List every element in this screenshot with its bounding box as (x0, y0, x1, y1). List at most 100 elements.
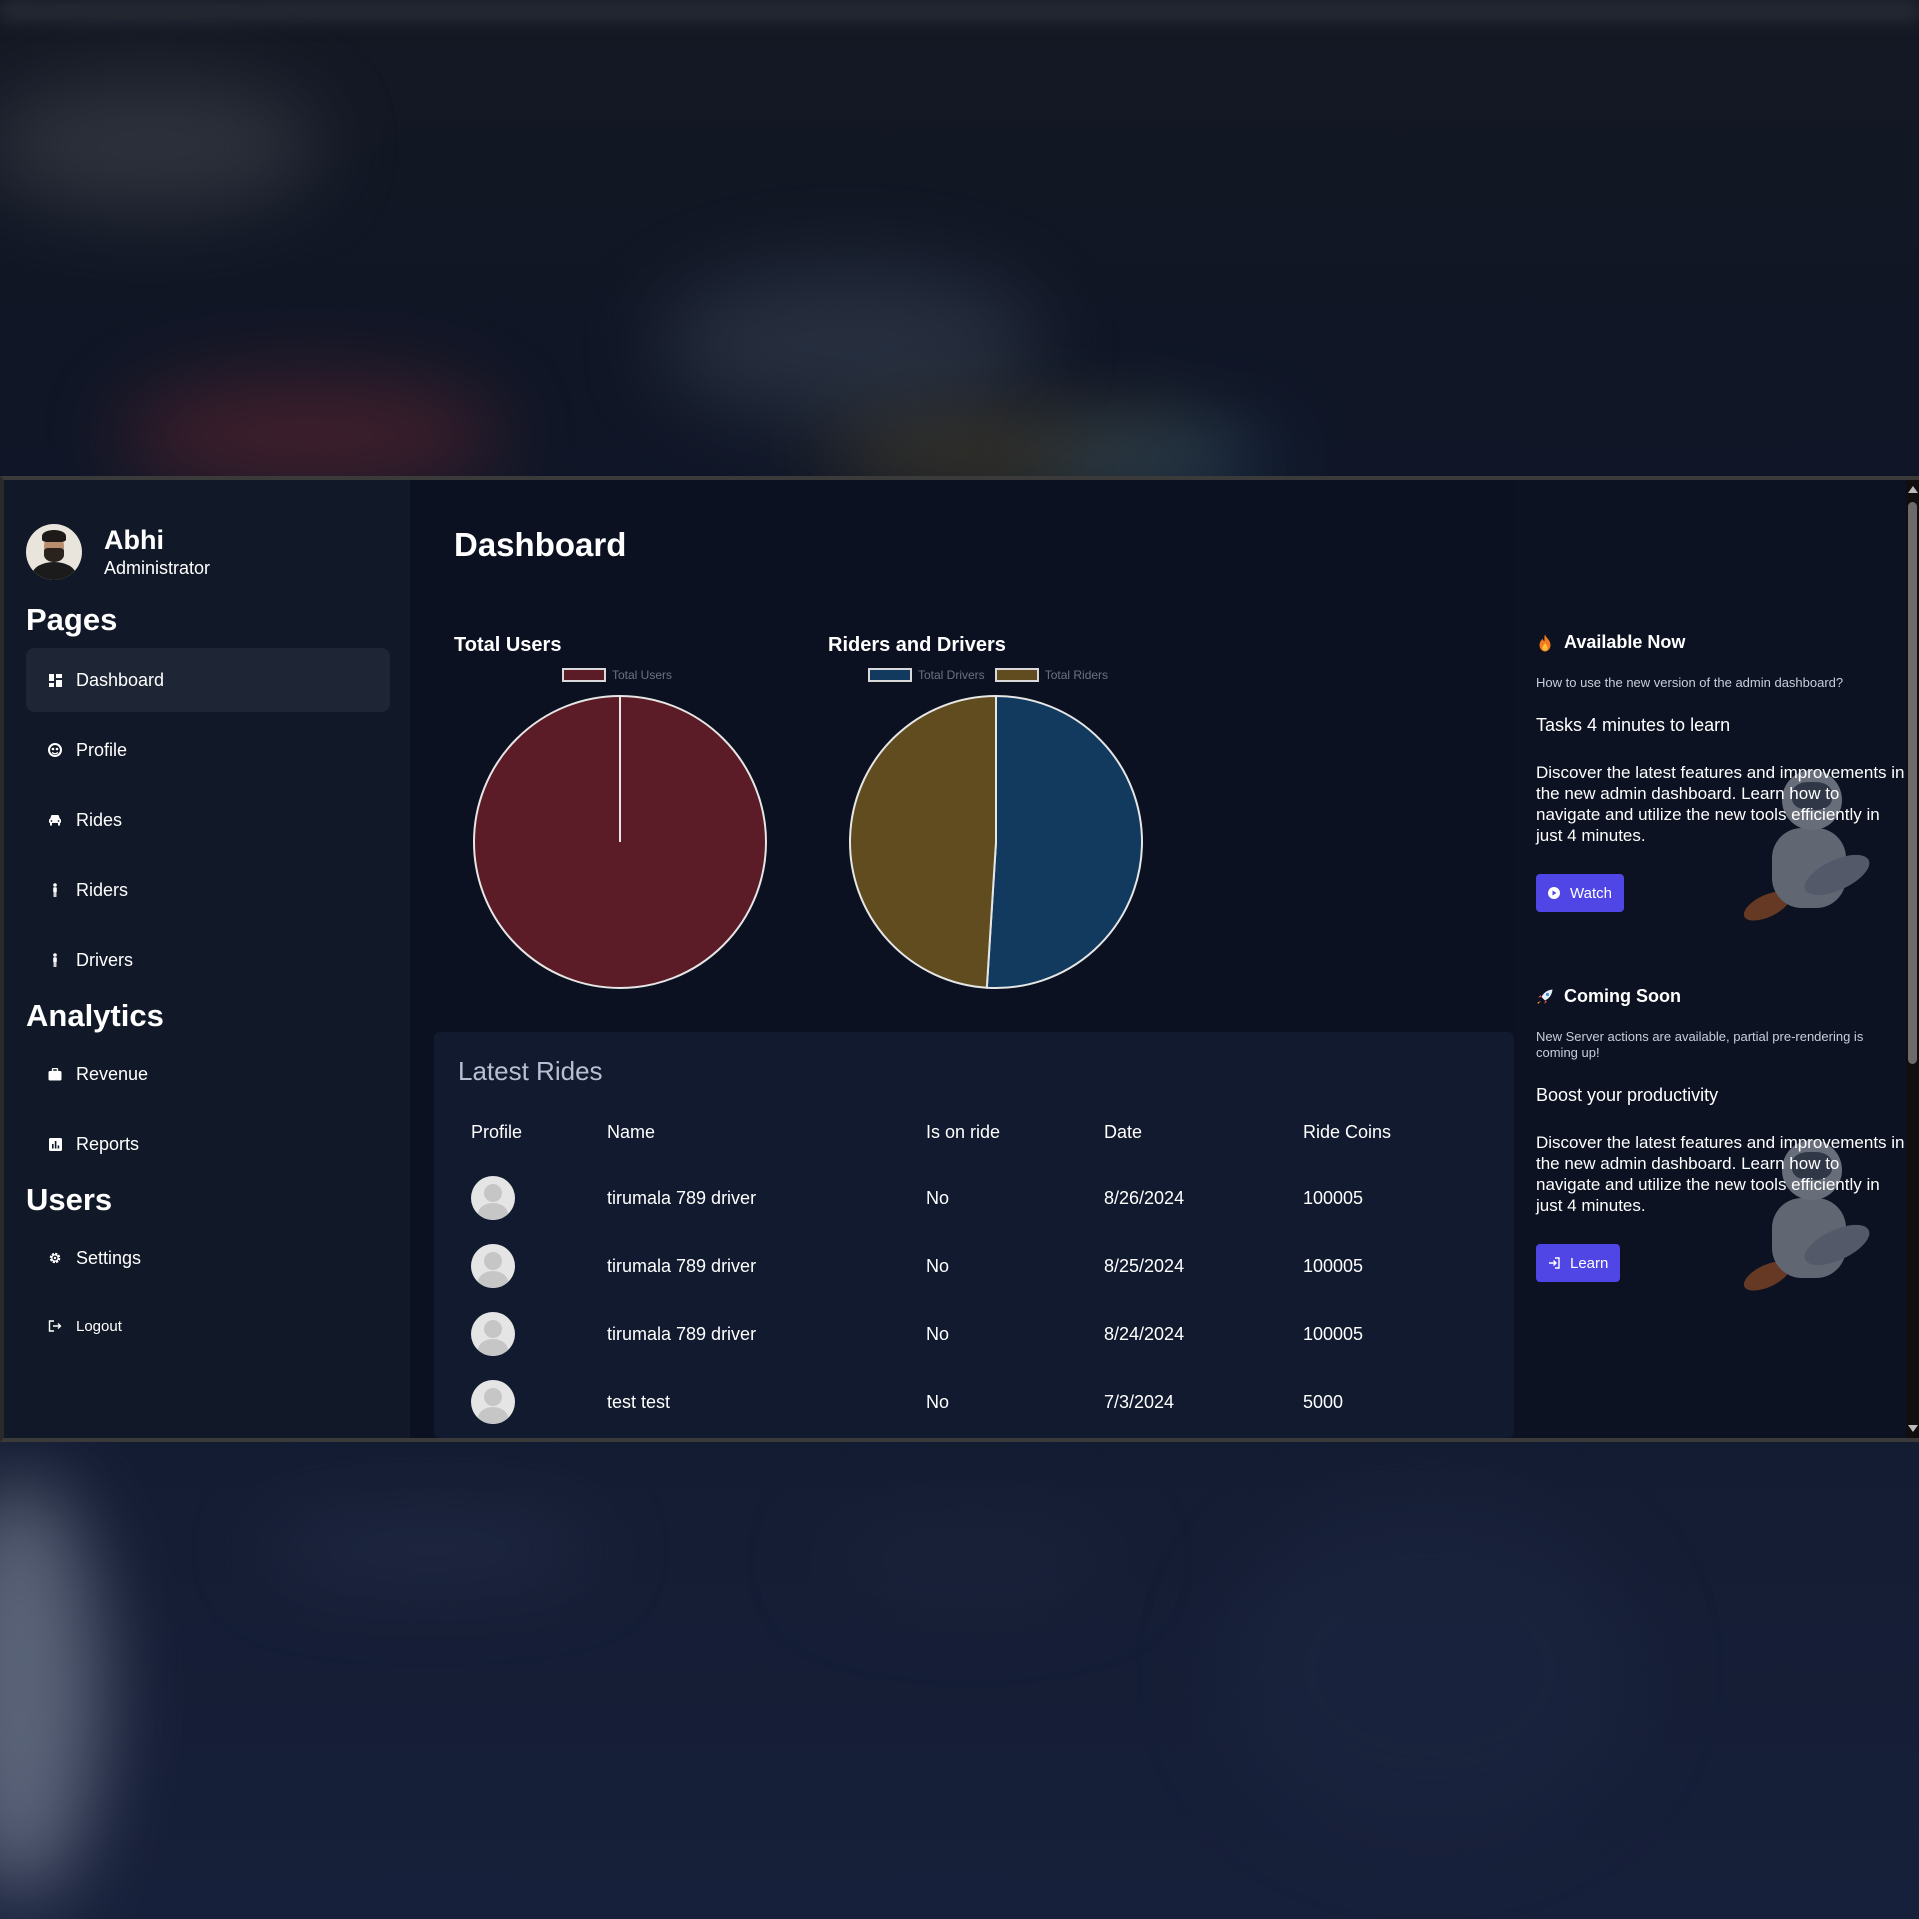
avatar (26, 524, 82, 580)
sidebar-item-rides[interactable]: Rides (26, 788, 390, 852)
person-icon (48, 953, 62, 967)
page-title: Dashboard (454, 526, 627, 563)
dashboard-icon (48, 673, 62, 687)
scroll-up-arrow-icon[interactable] (1908, 486, 1918, 493)
logout-icon (48, 1319, 62, 1333)
rocket-icon (1536, 988, 1554, 1006)
sidebar-item-dashboard[interactable]: Dashboard (26, 648, 390, 712)
section-pages: Pages (26, 602, 118, 637)
watch-button[interactable]: Watch (1536, 874, 1624, 912)
avatar (471, 1176, 515, 1220)
ride-coins: 100005 (1303, 1256, 1364, 1276)
learn-button-label: Learn (1570, 1254, 1609, 1272)
scroll-down-arrow-icon[interactable] (1908, 1425, 1918, 1432)
column-header: Ride Coins (1303, 1122, 1392, 1142)
gear-icon (48, 1251, 62, 1265)
ride-on-ride: No (926, 1256, 950, 1276)
promo-subtitle: New Server actions are available, partia… (1536, 1029, 1864, 1060)
report-icon (48, 1137, 62, 1151)
promo-body: Discover the latest features and improve… (1536, 763, 1905, 845)
user-name: Abhi (104, 525, 164, 555)
promo-heading: Available Now (1564, 632, 1686, 652)
avatar (471, 1244, 515, 1288)
sidebar-item-revenue[interactable]: Revenue (26, 1042, 390, 1106)
chart-title-riders-drivers: Riders and Drivers (828, 634, 1006, 656)
pie-slice-total-drivers[interactable] (985, 694, 1143, 989)
legend-swatch (868, 668, 912, 682)
ride-coins: 100005 (1303, 1324, 1364, 1344)
table-row[interactable]: tirumala 789 driver No 8/26/2024 100005 (434, 1164, 1514, 1232)
table-row[interactable]: test test No 7/3/2024 5000 (434, 1368, 1514, 1436)
pie-slice-total-riders[interactable] (848, 694, 997, 989)
legend-item[interactable]: Total Drivers (868, 668, 985, 682)
sidebar-item-label: Rides (76, 809, 123, 830)
table-row[interactable]: tirumala 789 driver No 8/25/2024 100005 (434, 1232, 1514, 1300)
legend-label: Total Users (612, 668, 673, 682)
sidebar-item-label: Reports (76, 1133, 140, 1154)
user-role: Administrator (104, 558, 211, 578)
pie-chart-total-users (473, 695, 767, 989)
legend-swatch (562, 668, 606, 682)
ride-coins: 5000 (1303, 1392, 1344, 1412)
sidebar-item-label: Profile (76, 739, 128, 760)
column-header: Date (1104, 1122, 1143, 1142)
section-users: Users (26, 1182, 113, 1217)
ride-name: tirumala 789 driver (607, 1324, 757, 1344)
promo-subtitle: How to use the new version of the admin … (1536, 675, 1844, 690)
scrollbar-thumb[interactable] (1908, 502, 1917, 1064)
briefcase-icon (48, 1067, 62, 1081)
column-header: Is on ride (926, 1122, 1001, 1142)
ride-coins: 100005 (1303, 1188, 1364, 1208)
promo-heading: Coming Soon (1564, 986, 1681, 1006)
ride-name: tirumala 789 driver (607, 1256, 757, 1276)
sidebar-item-drivers[interactable]: Drivers (26, 928, 390, 992)
sidebar-item-label: Dashboard (76, 669, 165, 690)
promo-title: Tasks 4 minutes to learn (1536, 715, 1731, 735)
sidebar-item-riders[interactable]: Riders (26, 858, 390, 922)
ride-date: 8/25/2024 (1104, 1256, 1185, 1276)
sidebar-item-label: Riders (76, 879, 129, 900)
play-icon (1548, 887, 1560, 899)
latest-rides-card: Latest Rides Profile Name Is on ride Dat… (434, 1032, 1514, 1438)
ride-date: 8/24/2024 (1104, 1324, 1185, 1344)
column-header: Name (607, 1122, 656, 1142)
car-icon (48, 813, 62, 827)
promo-body: Discover the latest features and improve… (1536, 1133, 1905, 1215)
right-panel: Available Now How to use the new version… (1514, 480, 1906, 1438)
sidebar: Abhi Administrator Pages Dashboard Profi… (4, 480, 410, 1438)
avatar (471, 1312, 515, 1356)
person-icon (48, 883, 62, 897)
profile-icon (48, 743, 62, 757)
legend-item[interactable]: Total Riders (994, 668, 1109, 682)
user-profile[interactable]: Abhi Administrator (26, 524, 210, 580)
chart-title-total-users: Total Users (454, 634, 562, 656)
ride-name: test test (607, 1392, 671, 1412)
login-icon (1548, 1257, 1560, 1269)
pie-chart-riders-drivers (848, 694, 1143, 989)
scrollbar[interactable] (1906, 480, 1919, 1438)
sidebar-item-profile[interactable]: Profile (26, 718, 390, 782)
sidebar-item-label: Revenue (76, 1063, 149, 1084)
avatar (471, 1380, 515, 1424)
fire-icon (1536, 634, 1554, 652)
legend-swatch (994, 668, 1039, 682)
ride-on-ride: No (926, 1324, 950, 1344)
sidebar-item-reports[interactable]: Reports (26, 1112, 390, 1176)
latest-rides-title: Latest Rides (458, 1056, 603, 1086)
ride-on-ride: No (926, 1392, 950, 1412)
sidebar-item-settings[interactable]: Settings (26, 1226, 390, 1290)
watch-button-label: Watch (1570, 884, 1612, 902)
promo-title: Boost your productivity (1536, 1085, 1719, 1105)
sidebar-item-logout[interactable]: Logout (26, 1294, 390, 1358)
legend-label: Total Riders (1044, 668, 1109, 682)
learn-button[interactable]: Learn (1536, 1244, 1621, 1282)
ride-date: 8/26/2024 (1104, 1188, 1185, 1208)
section-analytics: Analytics (26, 998, 164, 1033)
table-row[interactable]: tirumala 789 driver No 8/24/2024 100005 (434, 1300, 1514, 1368)
legend-total-users: Total Users (562, 668, 682, 682)
legend-label: Total Drivers (918, 668, 985, 682)
ride-on-ride: No (926, 1188, 950, 1208)
legend-riders-drivers: Total Drivers Total Riders (868, 668, 1118, 682)
ride-name: tirumala 789 driver (607, 1188, 757, 1208)
legend-item[interactable]: Total Users (562, 668, 672, 682)
